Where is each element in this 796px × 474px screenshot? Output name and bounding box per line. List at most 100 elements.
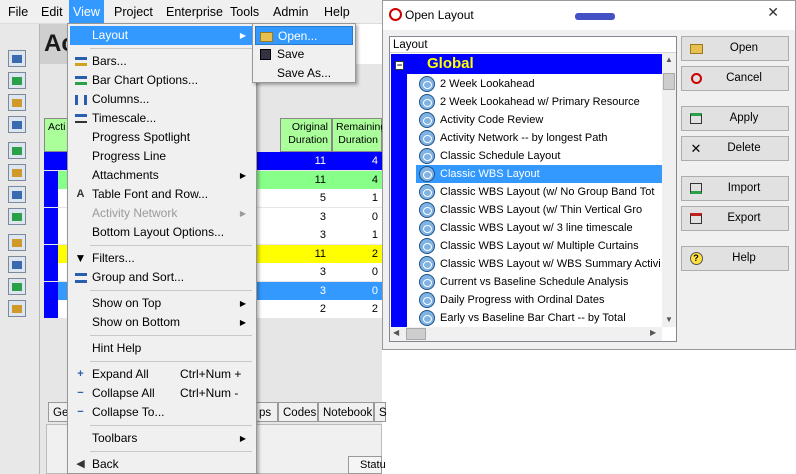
menu-edit[interactable]: Edit [37,0,67,24]
group-row-global[interactable]: Global [391,54,663,74]
group-icon[interactable] [8,186,26,203]
menu-item-collapse-all[interactable]: − Collapse All Ctrl+Num - [70,384,254,403]
help-button[interactable]: ? Help [681,246,789,271]
network-icon[interactable] [8,256,26,273]
layout-list-item[interactable]: Classic WBS Layout w/ Multiple Curtains [416,237,662,255]
back-icon: ◀ [76,458,85,470]
menu-file[interactable]: File [4,0,32,24]
import-button[interactable]: Import [681,176,789,201]
menu-admin[interactable]: Admin [269,0,312,24]
collapse-toggle-icon[interactable]: − [395,61,404,70]
layout-list-item[interactable]: Classic WBS Layout [416,165,662,183]
button-label: Cancel [726,72,762,84]
menu-item-bottom-layout-options[interactable]: Bottom Layout Options... [70,223,254,242]
submenu-item-open[interactable]: Open... [255,26,353,45]
menu-item-back[interactable]: ◀ Back [70,455,254,474]
list-icon[interactable] [8,94,26,111]
layout-name: Early vs Baseline Bar Chart -- by Total [440,312,626,324]
tiles-icon[interactable] [8,164,26,181]
stack-icon[interactable] [8,142,26,159]
tab-s[interactable]: S [374,402,387,422]
scroll-thumb[interactable] [663,73,675,90]
menu-separator [90,48,252,49]
print-icon[interactable] [8,50,26,67]
menu-bar: File Edit View Project Enterprise Tools Admin H… [0,0,382,24]
menu-item-table-font-and-row[interactable]: A Table Font and Row... [70,185,254,204]
layout-list-item[interactable]: Classic Schedule Layout [416,147,662,165]
menu-item-bars[interactable]: Bars... [70,52,254,71]
menu-enterprise[interactable]: Enterprise [162,0,227,24]
layout-list-item[interactable]: Classic WBS Layout (w/ Thin Vertical Gro [416,201,662,219]
delete-button[interactable]: ✕ Delete [681,136,789,161]
layout-list-item[interactable]: Activity Code Review [416,111,662,129]
submenu-item-label: Open... [278,29,318,43]
layout-list: Layout Global − 2 Week Lookahead 2 Week L… [389,36,677,342]
layout-list-item[interactable]: Current vs Baseline Schedule Analysis [416,273,662,291]
cancel-button[interactable]: Cancel [681,66,789,91]
menu-item-filters[interactable]: ▼ Filters... [70,249,254,268]
menu-separator [90,290,252,291]
menu-item-timescale[interactable]: Timescale... [70,109,254,128]
grid-header-original-duration[interactable]: Original Duration [280,118,332,152]
layout-list-item[interactable]: 2 Week Lookahead [416,75,662,93]
layout-list-item[interactable]: Classic WBS Layout w/ WBS Summary Activi [416,255,662,273]
grid-header-remaining-duration[interactable]: Remaining Duration [332,118,386,152]
layout-list-item[interactable]: Daily Progress with Ordinal Dates [416,291,662,309]
list-header[interactable]: Layout [390,37,676,53]
menu-item-expand-all[interactable]: + Expand All Ctrl+Num + [70,365,254,384]
menu-item-show-on-bottom[interactable]: Show on Bottom ▶ [70,313,254,332]
scroll-right-icon[interactable]: ▶ [650,328,656,337]
scroll-up-icon[interactable]: ▲ [665,55,673,64]
export-button[interactable]: Export [681,206,789,231]
menu-item-layout[interactable]: Layout ▶ [70,26,254,45]
menu-item-columns[interactable]: Columns... [70,90,254,109]
grid-icon[interactable] [8,234,26,251]
layout-list-item[interactable]: 2 Week Lookahead w/ Primary Resource [416,93,662,111]
chart-icon[interactable] [8,116,26,133]
menu-item-progress-spotlight[interactable]: Progress Spotlight [70,128,254,147]
submenu-item-save-as[interactable]: Save As... [255,64,353,83]
tab-codes[interactable]: Codes [278,402,318,422]
user-icon[interactable] [8,72,26,89]
vertical-scrollbar[interactable]: ▲ ▼ [662,53,676,327]
menu-item-attachments[interactable]: Attachments ▶ [70,166,254,185]
layout-icon [419,310,435,326]
resource-icon[interactable] [8,278,26,295]
horizontal-scrollbar[interactable]: ◀ ▶ [390,327,662,341]
note-icon[interactable] [8,208,26,225]
menu-item-collapse-to[interactable]: − Collapse To... [70,403,254,422]
menu-project[interactable]: Project [110,0,157,24]
menu-help[interactable]: Help [320,0,354,24]
menu-item-bar-chart-options[interactable]: Bar Chart Options... [70,71,254,90]
layout-list-item[interactable]: Activity Network -- by longest Path [416,129,662,147]
menu-view[interactable]: View [69,0,104,24]
layout-name: 2 Week Lookahead w/ Primary Resource [440,96,640,108]
menu-tools[interactable]: Tools [226,0,263,24]
menu-item-hint-help[interactable]: Hint Help [70,339,254,358]
apply-button[interactable]: Apply [681,106,789,131]
menu-item-label: Expand All [92,367,149,381]
menu-item-show-on-top[interactable]: Show on Top ▶ [70,294,254,313]
layout-list-item[interactable]: Classic WBS Layout w/ 3 line timescale [416,219,662,237]
menu-item-progress-line[interactable]: Progress Line [70,147,254,166]
menu-item-label: Attachments [92,168,159,182]
submenu-item-save[interactable]: Save [255,45,353,64]
scroll-left-icon[interactable]: ◀ [393,328,399,337]
open-button[interactable]: Open [681,36,789,61]
hscroll-thumb[interactable] [406,328,426,340]
scroll-down-icon[interactable]: ▼ [665,315,673,324]
layout-list-item[interactable]: Early vs Baseline Bar Chart -- by Total [416,309,662,327]
grid-header-activity[interactable]: Acti [44,118,68,152]
menu-item-toolbars[interactable]: Toolbars ▶ [70,429,254,448]
menu-item-label: Bars... [92,54,127,68]
menu-item-label: Activity Network [92,206,178,220]
close-icon[interactable]: ✕ [767,4,779,21]
layout-list-item[interactable]: Classic WBS Layout (w/ No Group Band Tot [416,183,662,201]
move-icon[interactable] [8,300,26,317]
row-band [44,170,58,189]
tab-ps[interactable]: ps [254,402,278,422]
menu-item-label: Filters... [92,251,135,265]
tab-notebook[interactable]: Notebook [318,402,374,422]
menu-item-label: Columns... [92,92,150,106]
menu-item-group-and-sort[interactable]: Group and Sort... [70,268,254,287]
